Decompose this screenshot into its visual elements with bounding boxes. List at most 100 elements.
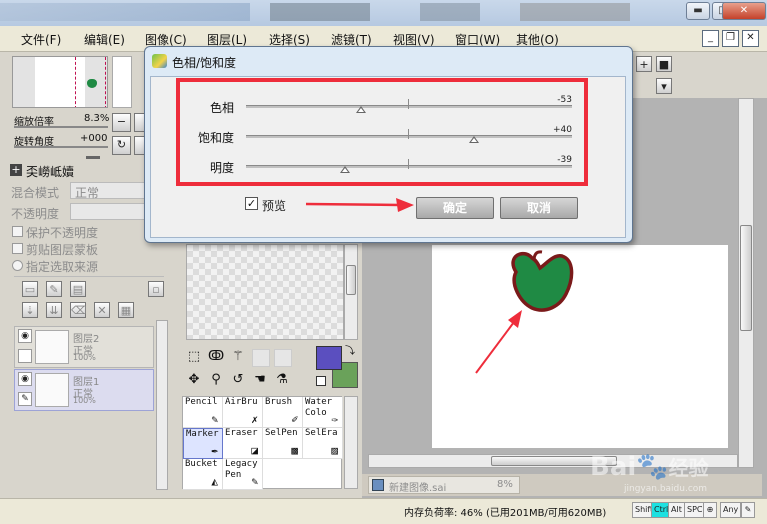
canvas-zoom-in-button[interactable]: + [636,56,652,72]
merge-down-icon[interactable]: ⇣ [22,302,38,318]
blurred-title-block [420,3,480,21]
hand-icon[interactable]: ☚ [252,372,268,388]
marker-tool[interactable]: Marker ✒ [183,428,223,459]
primary-color-swatch[interactable] [316,346,342,370]
brush-grid: Pencil ✎ AirBru ✗ Brush ✐ Water Colo ✑ Marke… [182,396,343,490]
window-minimize-button[interactable]: ▬ [686,2,710,20]
layer-option-icon[interactable]: ▫ [148,281,164,297]
layer-row[interactable]: ◉ 图层2 正常 100% [14,326,154,368]
any-key-indicator: Any [720,502,742,518]
blend-mode-select[interactable]: 正常 [70,182,154,200]
lasso-icon[interactable]: ↂ [208,349,224,365]
legacy-pen-tool[interactable]: Legacy Pen ✎ [223,459,263,490]
layer-thumbnail [35,330,69,364]
opacity-label: 不透明度 [11,207,60,221]
watermark-suffix: 经验 [668,456,709,480]
eraser-tool[interactable]: Eraser ◪ [223,428,263,459]
pencil-tool[interactable]: Pencil ✎ [183,397,223,428]
reset-colors-icon[interactable] [316,376,326,386]
brush-tool[interactable]: Brush ✐ [263,397,303,428]
blend-mode-value: 正常 [75,186,100,200]
navigator-side-panel [112,56,132,108]
new-layer-icon[interactable]: ▭ [22,281,38,297]
layer-opacity: 100% [73,353,96,362]
move-icon[interactable]: ✥ [186,372,202,388]
menu-file[interactable]: 文件(F) [21,31,61,48]
canvas-vscrollbar[interactable] [738,98,754,468]
mdi-close-button[interactable]: ✕ [742,30,759,47]
rotate-icon[interactable]: ↺ [230,372,246,388]
layer-list-scrollbar[interactable] [156,320,168,490]
magic-wand-icon[interactable]: ⚚ [230,349,246,365]
delete-layer-icon[interactable]: ✕ [94,302,110,318]
navigator-view-edge [105,57,106,107]
preview-checkbox[interactable]: ✓ [245,197,258,210]
zoom-value[interactable]: 8.3% [84,113,109,124]
document-tab[interactable]: 新建图像.sai 8% [368,476,520,494]
annotation-arrow [305,198,414,212]
blend-mode-label: 混合模式 [11,186,60,200]
protect-opacity-checkbox[interactable] [12,226,23,237]
opacity-slider[interactable] [70,203,154,220]
blurred-title-block [520,3,630,21]
plus-box-icon[interactable]: + [10,164,22,176]
watercolor-tool[interactable]: Water Colo ✑ [303,397,343,428]
eyedropper-icon[interactable]: ⚗ [274,372,290,388]
layer-row[interactable]: ◉ ✎ 图层1 正常 100% [14,369,154,411]
menu-edit[interactable]: 编辑(E) [84,31,125,48]
ok-button[interactable]: 确定 [416,197,494,219]
swatch-scrollbar[interactable] [344,244,358,340]
app-icon [152,54,167,68]
bucket-tool[interactable]: Bucket ◭ [183,459,223,490]
airbrush-tool[interactable]: AirBru ✗ [223,397,263,428]
eye-icon[interactable]: ◉ [18,372,32,386]
watermark-url: jingyan.baidu.com [624,484,708,494]
document-icon [372,479,384,491]
clear-layer-icon[interactable]: ⌫ [70,302,87,318]
clipping-mask-checkbox[interactable] [12,243,23,254]
window-close-button[interactable]: ✕ [722,2,766,20]
brush-name: Brush [265,397,293,407]
brush-name: AirBru [225,397,258,407]
pointer-arrow-head [508,310,522,328]
brush-lock-icon[interactable]: ✎ [18,392,32,406]
rotate-reset-button[interactable]: ↻ [112,136,131,155]
rotate-value[interactable]: +000 [80,133,107,144]
selera-tool[interactable]: SelEra ▨ [303,428,343,459]
zoom-slider[interactable] [14,126,108,128]
new-linework-layer-icon[interactable]: ✎ [46,281,62,297]
transfer-down-icon[interactable]: ⇊ [46,302,62,318]
layer-properties-icon[interactable]: ▦ [118,302,134,318]
zoom-icon[interactable]: ⚲ [208,372,224,388]
layer-lock-icon[interactable] [18,349,32,363]
watermark-logo: Bai🐾经验 [590,452,709,482]
brush-name: SelPen [265,428,298,438]
swap-colors-icon[interactable]: ⤵ [344,346,356,358]
color-swatch-area[interactable] [186,244,344,340]
mdi-minimize-button[interactable]: _ [702,30,719,47]
apple-icon [511,251,574,312]
navigator-preview[interactable] [12,56,108,108]
eraser-icon: ◪ [251,444,258,457]
selection-source-radio[interactable] [12,260,23,271]
canvas-dropdown-button[interactable]: ▾ [656,78,672,94]
navigator-apple-thumbnail [87,79,97,88]
brush-scrollbar[interactable] [344,396,358,489]
pencil-icon: ✎ [211,413,218,426]
panel-splitter[interactable] [86,156,100,159]
selpen-tool[interactable]: SelPen ▩ [263,428,303,459]
canvas-vscroll-thumb[interactable] [740,225,752,331]
rect-select-icon[interactable]: ⬚ [186,349,202,365]
layer-opacity: 100% [73,396,96,405]
swatch-scroll-thumb[interactable] [346,265,356,295]
rotate-slider[interactable] [14,146,108,148]
layer-panel-header: 奀嶗岻嬻 [26,165,75,179]
mdi-restore-button[interactable]: ❐ [722,30,739,47]
cancel-button[interactable]: 取消 [500,197,578,219]
eye-icon[interactable]: ◉ [18,329,32,343]
canvas-stop-button[interactable]: ■ [656,56,672,72]
blurred-title [0,3,250,21]
new-folder-icon[interactable]: ▤ [70,281,86,297]
dialog-title: 色相/饱和度 [172,56,237,70]
zoom-out-button[interactable]: − [112,113,131,132]
